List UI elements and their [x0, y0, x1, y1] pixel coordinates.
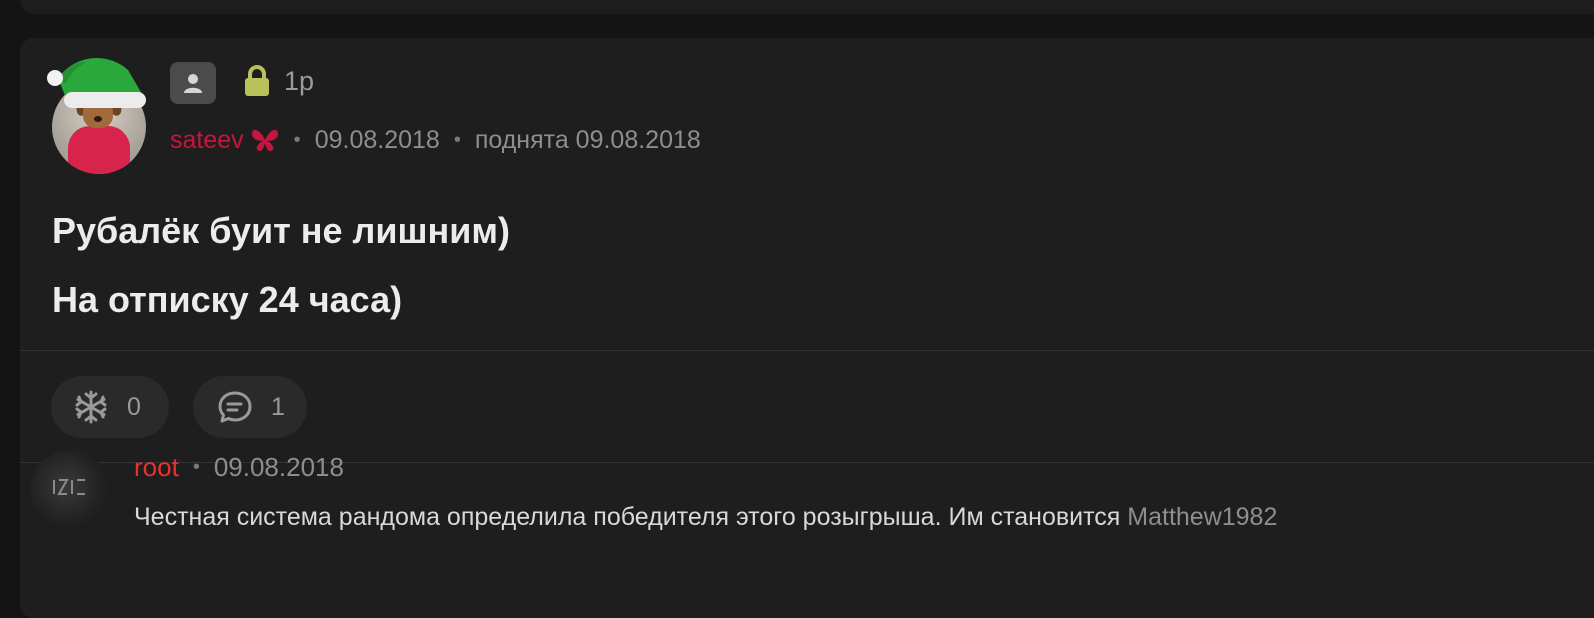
butterfly-icon	[251, 129, 278, 152]
user-icon	[184, 74, 202, 93]
divider	[20, 350, 1594, 351]
comment-text: Честная система рандома определила побед…	[134, 503, 1277, 532]
comment-author-avatar[interactable]	[30, 450, 110, 530]
user-badge[interactable]	[170, 62, 216, 104]
separator-dot: •	[192, 456, 200, 478]
comment-body: Честная система рандома определила побед…	[134, 503, 1128, 531]
separator-dot: •	[293, 128, 301, 151]
post-meta: sateev • 09.08.2018 • поднята 09.08.2018	[170, 124, 701, 156]
comment-meta: root • 09.08.2018	[134, 452, 344, 483]
previous-post-card	[20, 0, 1594, 14]
bumped-date: поднята 09.08.2018	[474, 125, 701, 154]
like-button[interactable]: 0	[51, 376, 169, 438]
like-count: 0	[127, 392, 141, 421]
comment-count: 1	[271, 392, 285, 421]
separator-dot: •	[453, 128, 461, 151]
post-date: 09.08.2018	[314, 125, 440, 154]
comment-icon	[218, 391, 252, 423]
comment-date: 09.08.2018	[213, 452, 344, 482]
comments-button[interactable]: 1	[193, 376, 307, 438]
comment-author[interactable]: root	[134, 452, 179, 483]
santa-hat-icon	[47, 58, 146, 108]
author-avatar[interactable]	[47, 58, 150, 174]
post-body: Рубалёк буит не лишним) На отписку 24 ча…	[52, 196, 510, 334]
avatar-logo	[53, 479, 85, 495]
post-line: На отписку 24 часа)	[52, 279, 403, 320]
lock-icon	[245, 65, 269, 96]
reputation-value: 1р	[284, 66, 315, 96]
winner-link[interactable]: Matthew1982	[1127, 503, 1277, 531]
author-name[interactable]: sateev	[170, 126, 244, 155]
snowflake-icon	[75, 390, 107, 424]
post-line: Рубалёк буит не лишним)	[52, 210, 511, 251]
